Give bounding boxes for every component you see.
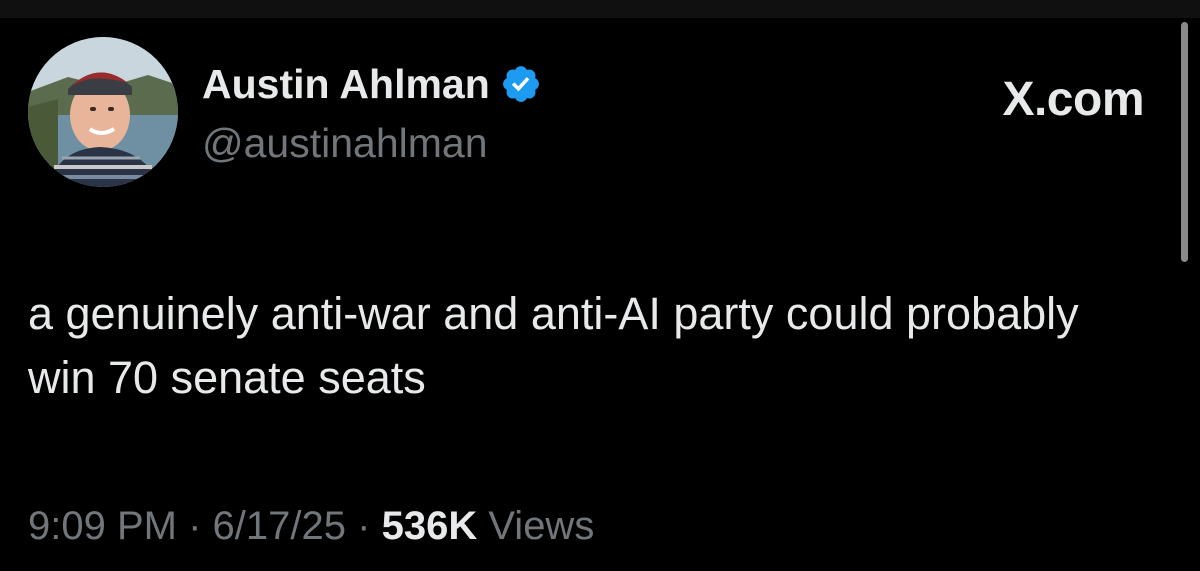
tweet-meta: 9:09 PM · 6/17/25 · 536K Views bbox=[28, 504, 594, 549]
tweet-card: Austin Ahlman @austinahlman X.com a genu… bbox=[0, 0, 1200, 571]
tweet-text: a genuinely anti-war and anti-AI party c… bbox=[28, 288, 1079, 403]
tweet-date[interactable]: 6/17/25 bbox=[213, 504, 346, 548]
meta-separator: · bbox=[188, 504, 202, 548]
views-count[interactable]: 536K bbox=[382, 504, 478, 548]
avatar[interactable] bbox=[28, 37, 178, 187]
author-display-name[interactable]: Austin Ahlman bbox=[202, 61, 490, 108]
verified-badge-icon[interactable] bbox=[500, 63, 542, 105]
author-name-row: Austin Ahlman bbox=[202, 58, 542, 110]
avatar-photo bbox=[28, 37, 178, 187]
tweet-time[interactable]: 9:09 PM bbox=[28, 504, 177, 548]
meta-separator: · bbox=[357, 504, 371, 548]
author-handle[interactable]: @austinahlman bbox=[202, 120, 488, 167]
views-label: Views bbox=[488, 504, 595, 548]
site-label: X.com bbox=[1002, 73, 1144, 126]
